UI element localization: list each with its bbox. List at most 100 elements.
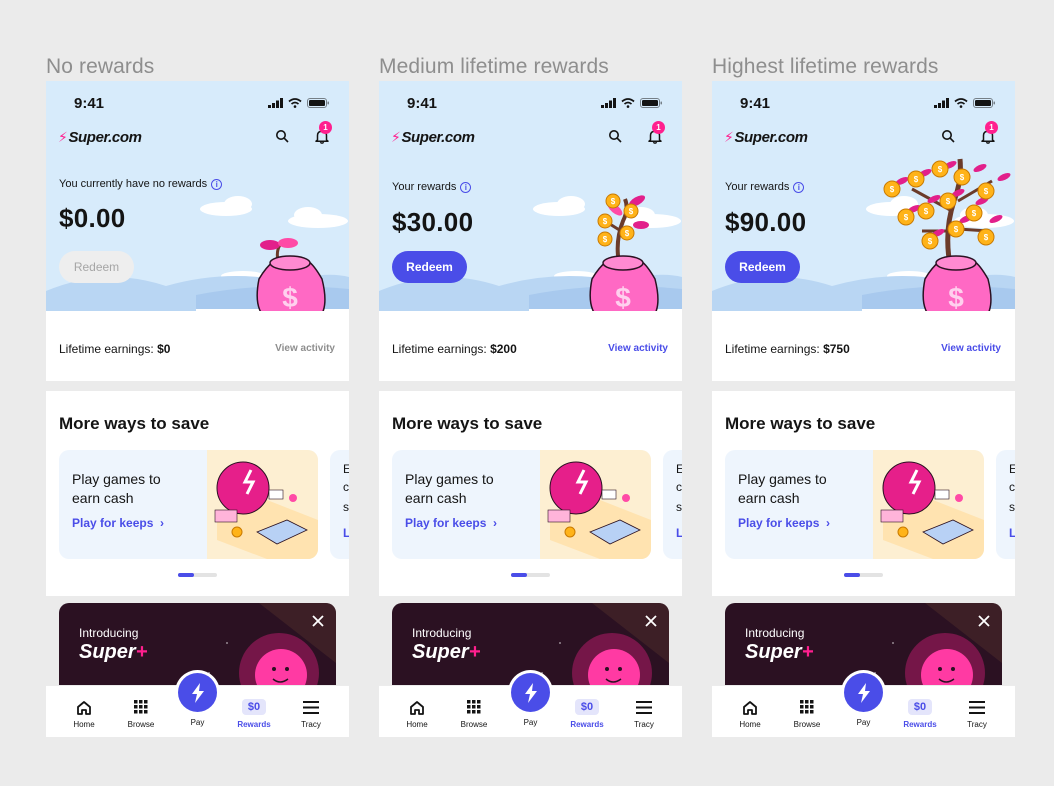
game-illustration: [540, 450, 651, 559]
tab-rewards[interactable]: $0 Rewards: [892, 686, 948, 737]
search-icon[interactable]: [941, 129, 955, 143]
rewards-balance-chip: $0: [241, 699, 267, 715]
carousel-indicator: [178, 573, 217, 577]
grid-icon: [800, 700, 814, 714]
close-icon[interactable]: [312, 615, 324, 627]
close-icon[interactable]: [978, 615, 990, 627]
svg-text:$: $: [904, 213, 909, 222]
svg-text:$: $: [984, 187, 989, 196]
pay-button[interactable]: [178, 673, 217, 712]
tab-browse[interactable]: Browse: [446, 686, 502, 737]
super-logo[interactable]: ⚡ Super.com: [724, 129, 808, 146]
notifications-button[interactable]: 1: [315, 121, 332, 149]
grid-icon: [467, 700, 481, 714]
lifetime-earnings-row: Lifetime earnings: $750 View activity: [712, 311, 1015, 381]
next-card-peek[interactable]: E c s L: [996, 450, 1015, 559]
info-icon[interactable]: i: [793, 181, 805, 193]
carousel-active-dot: [844, 573, 860, 577]
next-card-peek[interactable]: E c s L: [663, 450, 682, 559]
tab-label: Home: [739, 720, 761, 729]
peek-letter: c: [676, 480, 682, 494]
tab-tracy[interactable]: Tracy: [283, 686, 339, 737]
play-for-keeps-link[interactable]: Play for keeps ›: [405, 516, 497, 530]
promo-title: Super+: [412, 641, 480, 664]
redeem-button[interactable]: Redeem: [725, 251, 800, 283]
rewards-balance-chip: $0: [907, 699, 933, 715]
status-bar: 9:41: [740, 94, 995, 112]
promo-eyebrow: Introducing: [79, 626, 139, 640]
info-icon[interactable]: i: [460, 181, 472, 193]
notifications-button[interactable]: 1: [981, 121, 998, 149]
close-icon[interactable]: [645, 615, 657, 627]
home-icon: [410, 700, 424, 715]
status-bar: 9:41: [407, 94, 662, 112]
tab-label: Tracy: [967, 720, 987, 729]
next-card-peek[interactable]: E c s L: [330, 450, 349, 559]
svg-text:$: $: [615, 282, 631, 311]
promo-plus: +: [468, 641, 481, 663]
tab-tracy[interactable]: Tracy: [949, 686, 1005, 737]
lifetime-value: $0: [157, 342, 171, 356]
play-for-keeps-link[interactable]: Play for keeps ›: [738, 516, 830, 530]
tab-home[interactable]: Home: [56, 686, 112, 737]
view-activity-link[interactable]: View activity: [941, 343, 1001, 354]
card-link-label: Play for keeps: [72, 516, 154, 530]
games-card[interactable]: Play games to earn cash Play for keeps ›: [59, 450, 318, 559]
rewards-amount: $30.00: [392, 207, 474, 237]
info-icon[interactable]: i: [211, 178, 223, 190]
lifetime-label: Lifetime earnings:: [392, 342, 491, 356]
search-icon[interactable]: [275, 129, 289, 143]
peek-letter: L: [1009, 526, 1015, 540]
bolt-icon: [857, 682, 870, 703]
games-card[interactable]: Play games to earn cash Play for keeps ›: [392, 450, 651, 559]
signal-icon: [934, 98, 949, 108]
svg-text:$: $: [928, 237, 933, 246]
variant-title: Medium lifetime rewards: [379, 55, 609, 78]
carousel-indicator: [511, 573, 550, 577]
super-logo[interactable]: ⚡ Super.com: [391, 129, 475, 146]
rewards-hero: $ $ $ $ $ $ $ $ $ $ $ $ $ 9:41 ⚡ Super.com 1: [712, 81, 1015, 311]
tab-browse[interactable]: Browse: [779, 686, 835, 737]
status-time: 9:41: [407, 94, 438, 112]
svg-text:$: $: [629, 207, 634, 216]
tab-home[interactable]: Home: [389, 686, 445, 737]
tab-home[interactable]: Home: [722, 686, 778, 737]
section-title: More ways to save: [392, 414, 543, 433]
tab-tracy[interactable]: Tracy: [616, 686, 672, 737]
play-for-keeps-link[interactable]: Play for keeps ›: [72, 516, 164, 530]
rewards-amount: $90.00: [725, 207, 807, 237]
super-logo[interactable]: ⚡ Super.com: [58, 129, 142, 146]
pay-button[interactable]: [511, 673, 550, 712]
rewards-label: Your rewards: [392, 181, 457, 193]
tab-rewards[interactable]: $0 Rewards: [226, 686, 282, 737]
wifi-icon: [288, 98, 302, 108]
view-activity-link[interactable]: View activity: [608, 343, 668, 354]
svg-text:$: $: [960, 173, 965, 182]
pay-button[interactable]: [844, 673, 883, 712]
variant-column: No rewards $ 9:41 ⚡ Super.com 1 You curr…: [46, 52, 349, 737]
lifetime-value: $750: [823, 342, 850, 356]
status-time: 9:41: [74, 94, 105, 112]
rewards-balance-chip: $0: [574, 699, 600, 715]
brand-name: Super.com: [734, 129, 808, 146]
lifetime-label: Lifetime earnings:: [59, 342, 158, 356]
section-title: More ways to save: [59, 414, 210, 433]
tab-label: Browse: [127, 720, 155, 729]
peek-letter: E: [676, 462, 682, 476]
carousel-indicator: [844, 573, 883, 577]
rewards-hero: $ 9:41 ⚡ Super.com 1 You currently have …: [46, 81, 349, 311]
notifications-button[interactable]: 1: [648, 121, 665, 149]
search-icon[interactable]: [608, 129, 622, 143]
redeem-button[interactable]: Redeem: [59, 251, 134, 283]
games-card[interactable]: Play games to earn cash Play for keeps ›: [725, 450, 984, 559]
tab-rewards[interactable]: $0 Rewards: [559, 686, 615, 737]
promo-eyebrow: Introducing: [745, 626, 805, 640]
tab-label: Pay: [523, 718, 538, 727]
peek-letter: L: [343, 526, 349, 540]
battery-icon: [640, 98, 662, 108]
carousel-active-dot: [511, 573, 527, 577]
view-activity-link[interactable]: View activity: [275, 343, 335, 354]
peek-letter: s: [1009, 500, 1015, 514]
tab-browse[interactable]: Browse: [113, 686, 169, 737]
redeem-button[interactable]: Redeem: [392, 251, 467, 283]
